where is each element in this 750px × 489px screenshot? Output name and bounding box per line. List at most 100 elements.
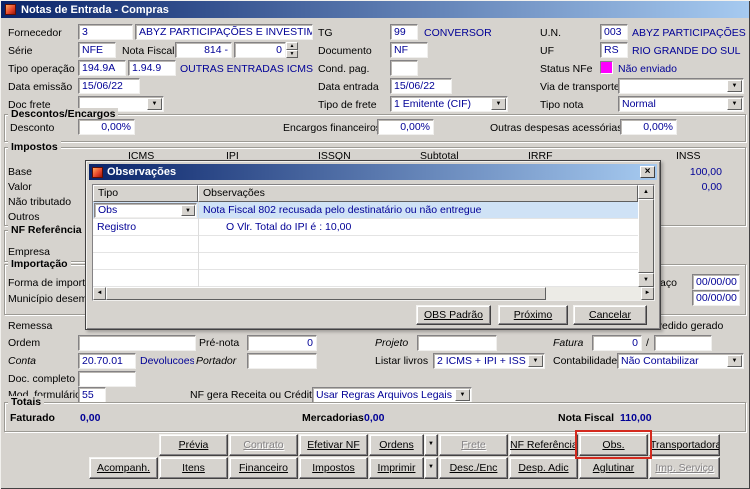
mercadorias-value: 0,00 <box>364 412 385 424</box>
remessa-label: Remessa <box>8 320 53 332</box>
desp-adic-button[interactable]: Desp. Adic <box>509 457 578 479</box>
spinner-up-icon[interactable]: ▲ <box>286 42 298 50</box>
table-row[interactable]: Obs ▼ Nota Fiscal 802 recusada pelo dest… <box>93 202 638 219</box>
chevron-down-icon[interactable]: ▼ <box>181 205 195 216</box>
data-desembaraco-field[interactable]: 00/00/00 <box>692 290 740 306</box>
listar-livros-select[interactable]: 2 ICMS + IPI + ISS ▼ <box>433 353 545 369</box>
status-nfe-swatch <box>600 61 613 74</box>
data-entrada-field[interactable]: 15/06/22 <box>390 78 452 94</box>
mercadorias-label: Mercadorias <box>302 412 364 424</box>
vertical-scrollbar[interactable]: ▲ ▼ <box>638 185 654 287</box>
acompanh-button[interactable]: Acompanh. <box>89 457 158 479</box>
chevron-down-icon[interactable]: ▼ <box>491 98 506 110</box>
table-row[interactable]: Registro O Vlr. Total do IPI é : 10,00 <box>93 219 638 236</box>
financeiro-button[interactable]: Financeiro <box>229 457 298 479</box>
window-titlebar[interactable]: Notas de Entrada - Compras <box>1 1 749 18</box>
encargos-field[interactable]: 0,00% <box>377 119 434 135</box>
fatura-field[interactable]: 0 <box>592 335 642 351</box>
fatura-field-2[interactable] <box>654 335 712 351</box>
scroll-up-icon[interactable]: ▲ <box>638 185 654 199</box>
fornecedor-code-field[interactable]: 3 <box>78 24 133 40</box>
tipo-nota-value: Normal <box>622 98 656 110</box>
desconto-field[interactable]: 0,00% <box>78 119 135 135</box>
projeto-field[interactable] <box>417 335 497 351</box>
portador-field[interactable] <box>247 353 317 369</box>
scroll-down-icon[interactable]: ▼ <box>638 273 654 287</box>
fornecedor-label: Fornecedor <box>8 27 62 39</box>
chevron-down-icon[interactable]: ▼ <box>727 98 742 110</box>
aglutinar-button[interactable]: Aglutinar <box>579 457 648 479</box>
chevron-down-icon[interactable]: ▼ <box>455 389 470 401</box>
mod-formulario-field[interactable]: 55 <box>78 387 106 403</box>
horizontal-scrollbar-thumb[interactable] <box>106 287 546 300</box>
status-nfe-value: Não enviado <box>618 63 677 75</box>
ordem-field[interactable] <box>78 335 196 351</box>
serie-field[interactable]: NFE <box>78 42 116 58</box>
tipo-operacao-code1-field[interactable]: 194.9A <box>78 60 126 76</box>
un-field[interactable]: 003 <box>600 24 628 40</box>
via-transporte-select[interactable]: ▼ <box>618 78 744 94</box>
chevron-down-icon[interactable]: ▼ <box>528 355 543 367</box>
desc-enc-button[interactable]: Desc./Enc <box>439 457 508 479</box>
cond-pag-field[interactable] <box>390 60 418 76</box>
tipo-frete-select[interactable]: 1 Emitente (CIF) ▼ <box>390 96 508 112</box>
column-header-observacoes[interactable]: Observações <box>198 185 638 202</box>
nf-gera-select[interactable]: Usar Regras Arquivos Legais ▼ <box>312 387 472 403</box>
imp-servico-button: Imp. Serviço <box>649 457 720 479</box>
impostos-row-outros: Outros <box>8 211 40 223</box>
nf-referencia-button[interactable]: NF Referência <box>509 434 578 456</box>
obs-padrao-button[interactable]: OBS Padrão <box>416 305 491 325</box>
column-header-tipo[interactable]: Tipo <box>93 185 198 202</box>
scroll-left-icon[interactable]: ◄ <box>93 287 106 300</box>
itens-button[interactable]: Itens <box>159 457 228 479</box>
data-emissao-field[interactable]: 15/06/22 <box>78 78 140 94</box>
proximo-button[interactable]: Próximo <box>498 305 568 325</box>
chevron-down-icon[interactable]: ▼ <box>147 98 162 110</box>
pre-nota-field[interactable]: 0 <box>247 335 317 351</box>
contabilidade-select[interactable]: Não Contabilizar ▼ <box>617 353 744 369</box>
spinner-down-icon[interactable]: ▼ <box>286 50 298 58</box>
efetivar-nf-button[interactable]: Efetivar NF <box>299 434 368 456</box>
observacao-text: Nota Fiscal 802 recusada pelo destinatár… <box>203 204 482 216</box>
serie-label: Série <box>8 45 33 57</box>
outras-despesas-label: Outras despesas acessórias <box>490 122 623 134</box>
ordens-dropdown-icon[interactable]: ▼ <box>424 434 438 456</box>
chevron-down-icon[interactable]: ▼ <box>727 80 742 92</box>
tipo-operacao-code2-field[interactable]: 1.94.9 <box>128 60 176 76</box>
previa-button[interactable]: Prévia <box>159 434 228 456</box>
nf-gera-label: NF gera Receita ou Crédito <box>190 389 318 401</box>
scroll-right-icon[interactable]: ► <box>641 287 654 300</box>
horizontal-scrollbar[interactable]: ◄ ► <box>93 287 654 300</box>
faturado-label: Faturado <box>10 412 55 424</box>
outras-despesas-field[interactable]: 0,00% <box>620 119 677 135</box>
conta-field[interactable]: 20.70.01 <box>78 353 136 369</box>
tg-field[interactable]: 99 <box>390 24 418 40</box>
impostos-button[interactable]: Impostos <box>299 457 368 479</box>
data-entrada-label: Data entrada <box>318 81 379 93</box>
chevron-down-icon[interactable]: ▼ <box>727 355 742 367</box>
tipo-select[interactable]: Obs ▼ <box>94 203 197 218</box>
tg-desc: CONVERSOR <box>424 27 492 39</box>
impostos-legend: Impostos <box>8 141 61 153</box>
ordens-button[interactable]: Ordens <box>369 434 424 456</box>
cancelar-button[interactable]: Cancelar <box>573 305 647 325</box>
nota-fiscal-numero-field[interactable]: 814 - <box>175 42 232 58</box>
tipo-nota-select[interactable]: Normal ▼ <box>618 96 744 112</box>
nota-fiscal-label: Nota Fiscal <box>122 45 175 57</box>
status-nfe-label: Status NFe <box>540 63 593 75</box>
vertical-scrollbar-thumb[interactable] <box>638 199 654 273</box>
data-embarque-field[interactable]: 00/00/00 <box>692 274 740 290</box>
app-icon <box>5 4 16 15</box>
nota-fiscal-sub-field[interactable]: 0 <box>234 42 286 58</box>
doc-completo-field[interactable] <box>78 371 136 387</box>
uf-field[interactable]: RS <box>600 42 628 58</box>
documento-field[interactable]: NF <box>390 42 428 58</box>
imprimir-dropdown-icon[interactable]: ▼ <box>424 457 438 479</box>
imprimir-button[interactable]: Imprimir <box>369 457 424 479</box>
obs-button[interactable]: Obs. <box>579 434 648 456</box>
transportadora-button[interactable]: Transportadora <box>649 434 720 456</box>
close-icon[interactable]: × <box>640 166 655 178</box>
dialog-titlebar[interactable]: Observações × <box>89 164 657 180</box>
fornecedor-name-field[interactable]: ABYZ PARTICIPAÇÕES E INVESTIMENTOS LTDA <box>135 24 313 40</box>
totais-legend: Totais <box>8 396 45 408</box>
